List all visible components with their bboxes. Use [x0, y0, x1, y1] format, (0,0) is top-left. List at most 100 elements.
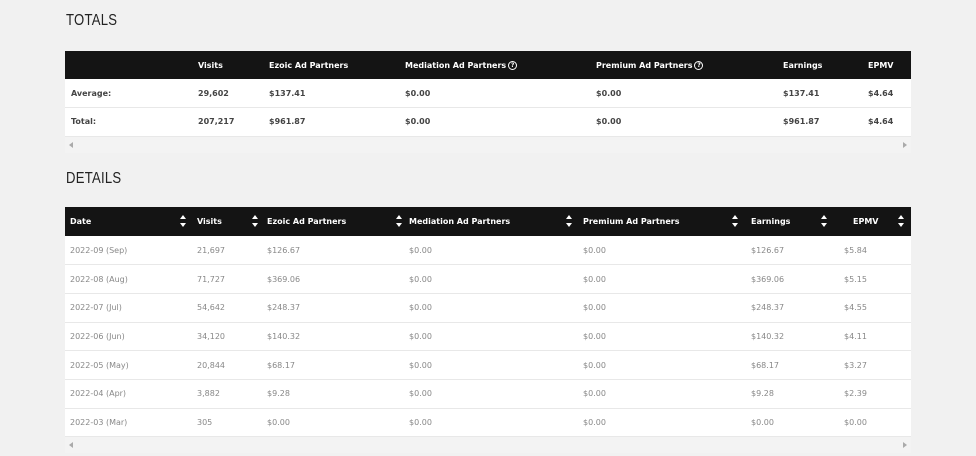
details-cell-ezoic: $68.17 — [261, 350, 404, 380]
totals-cell-premium: $0.00 — [596, 79, 783, 108]
table-row: 2022-06 (Jun) 34,120 $140.32 $0.00 $0.00 $140… — [65, 322, 911, 352]
help-circle-icon[interactable]: ? — [508, 60, 518, 70]
table-row: Total: 207,217 $961.87 $0.00 $0.00 $961.… — [65, 107, 911, 137]
details-cell-date: 2022-03 (Mar) — [65, 408, 192, 438]
details-header-premium[interactable]: Premium Ad Partners — [578, 207, 746, 236]
totals-cell-mediation: $0.00 — [405, 107, 596, 137]
details-cell-ezoic: $0.00 — [261, 408, 404, 438]
details-cell-epmv: $0.00 — [837, 408, 911, 438]
sort-icon[interactable] — [898, 215, 904, 227]
details-cell-visits: 71,727 — [192, 264, 261, 294]
details-cell-visits: 54,642 — [192, 293, 261, 323]
details-cell-visits: 20,844 — [192, 350, 261, 380]
table-row: 2022-04 (Apr) 3,882 $9.28 $0.00 $0.00 $9.28 $2… — [65, 379, 911, 409]
totals-cell-premium: $0.00 — [596, 107, 783, 137]
details-cell-mediation: $0.00 — [404, 350, 578, 380]
details-cell-date: 2022-07 (Jul) — [65, 293, 192, 323]
totals-cell-label: Average: — [65, 79, 198, 108]
sort-icon[interactable] — [732, 215, 738, 227]
details-cell-date: 2022-08 (Aug) — [65, 264, 192, 294]
details-cell-ezoic: $248.37 — [261, 293, 404, 323]
table-row: 2022-03 (Mar) 305 $0.00 $0.00 $0.00 $0.00 $0.0… — [65, 408, 911, 438]
details-title: DETAILS — [66, 170, 122, 187]
details-cell-epmv: $5.84 — [837, 236, 911, 266]
details-cell-earnings: $369.06 — [746, 264, 837, 294]
details-cell-premium: $0.00 — [578, 264, 746, 294]
details-cell-earnings: $248.37 — [746, 293, 837, 323]
details-cell-mediation: $0.00 — [404, 293, 578, 323]
details-cell-ezoic: $9.28 — [261, 379, 404, 409]
details-cell-epmv: $3.27 — [837, 350, 911, 380]
details-cell-premium: $0.00 — [578, 379, 746, 409]
details-cell-premium: $0.00 — [578, 236, 746, 266]
totals-cell-ezoic: $961.87 — [269, 107, 405, 137]
totals-cell-earnings: $137.41 — [783, 79, 859, 108]
details-cell-premium: $0.00 — [578, 322, 746, 352]
sort-icon[interactable] — [396, 215, 402, 227]
totals-cell-visits: 29,602 — [198, 79, 269, 108]
table-row: 2022-09 (Sep) 21,697 $126.67 $0.00 $0.00 $126… — [65, 236, 911, 266]
details-cell-date: 2022-06 (Jun) — [65, 322, 192, 352]
details-cell-premium: $0.00 — [578, 293, 746, 323]
totals-header-label — [65, 51, 198, 79]
totals-header-ezoic: Ezoic Ad Partners — [269, 60, 349, 70]
table-row: Average: 29,602 $137.41 $0.00 $0.00 $137… — [65, 79, 911, 108]
details-header-mediation[interactable]: Mediation Ad Partners — [404, 207, 578, 236]
totals-horizontal-scrollbar[interactable] — [65, 136, 911, 153]
help-circle-icon[interactable]: ? — [694, 60, 704, 70]
details-header-visits[interactable]: Visits — [192, 207, 261, 236]
details-header-earnings[interactable]: Earnings — [746, 207, 837, 236]
totals-header-row: Visits Ezoic Ad Partners Mediation Ad Pa… — [65, 51, 911, 79]
details-cell-date: 2022-09 (Sep) — [65, 236, 192, 266]
totals-title: TOTALS — [66, 12, 118, 29]
details-cell-date: 2022-05 (May) — [65, 350, 192, 380]
details-table-container: Date Visits Ezoic Ad Partners Mediation … — [65, 207, 911, 454]
details-cell-earnings: $126.67 — [746, 236, 837, 266]
details-cell-earnings: $9.28 — [746, 379, 837, 409]
details-cell-epmv: $2.39 — [837, 379, 911, 409]
sort-icon[interactable] — [566, 215, 572, 227]
scroll-right-icon[interactable] — [903, 442, 907, 449]
details-cell-ezoic: $140.32 — [261, 322, 404, 352]
scroll-left-icon[interactable] — [69, 141, 73, 148]
details-cell-visits: 34,120 — [192, 322, 261, 352]
totals-cell-mediation: $0.00 — [405, 79, 596, 108]
details-header-epmv[interactable]: EPMV — [837, 207, 911, 236]
totals-header-premium: Premium Ad Partners? — [596, 51, 783, 79]
details-cell-visits: 305 — [192, 408, 261, 438]
details-cell-earnings: $140.32 — [746, 322, 837, 352]
details-cell-date: 2022-04 (Apr) — [65, 379, 192, 409]
sort-icon[interactable] — [821, 215, 827, 227]
details-cell-ezoic: $126.67 — [261, 236, 404, 266]
details-cell-mediation: $0.00 — [404, 408, 578, 438]
table-row: 2022-05 (May) 20,844 $68.17 $0.00 $0.00 $68.1… — [65, 350, 911, 380]
totals-header-earnings: Earnings — [783, 60, 823, 70]
totals-table-container: Visits Ezoic Ad Partners Mediation Ad Pa… — [65, 51, 911, 153]
details-cell-visits: 21,697 — [192, 236, 261, 266]
details-header-row: Date Visits Ezoic Ad Partners Mediation … — [65, 207, 911, 236]
details-cell-earnings: $0.00 — [746, 408, 837, 438]
sort-icon[interactable] — [252, 215, 258, 227]
details-header-date[interactable]: Date — [65, 207, 192, 236]
scroll-right-icon[interactable] — [903, 141, 907, 148]
totals-header-visits: Visits — [198, 60, 223, 70]
totals-cell-ezoic: $137.41 — [269, 79, 405, 108]
totals-cell-earnings: $961.87 — [783, 107, 859, 137]
totals-table: Visits Ezoic Ad Partners Mediation Ad Pa… — [65, 51, 911, 137]
details-cell-mediation: $0.00 — [404, 236, 578, 266]
details-header-ezoic[interactable]: Ezoic Ad Partners — [261, 207, 404, 236]
details-cell-visits: 3,882 — [192, 379, 261, 409]
totals-cell-visits: 207,217 — [198, 107, 269, 137]
totals-header-mediation: Mediation Ad Partners? — [405, 51, 596, 79]
details-cell-premium: $0.00 — [578, 350, 746, 380]
details-cell-premium: $0.00 — [578, 408, 746, 438]
details-cell-mediation: $0.00 — [404, 379, 578, 409]
details-cell-epmv: $4.55 — [837, 293, 911, 323]
scroll-left-icon[interactable] — [69, 442, 73, 449]
details-cell-mediation: $0.00 — [404, 322, 578, 352]
totals-header-epmv: EPMV — [868, 60, 894, 70]
sort-icon[interactable] — [180, 215, 186, 227]
details-cell-ezoic: $369.06 — [261, 264, 404, 294]
totals-cell-label: Total: — [65, 107, 198, 137]
details-horizontal-scrollbar[interactable] — [65, 437, 911, 454]
